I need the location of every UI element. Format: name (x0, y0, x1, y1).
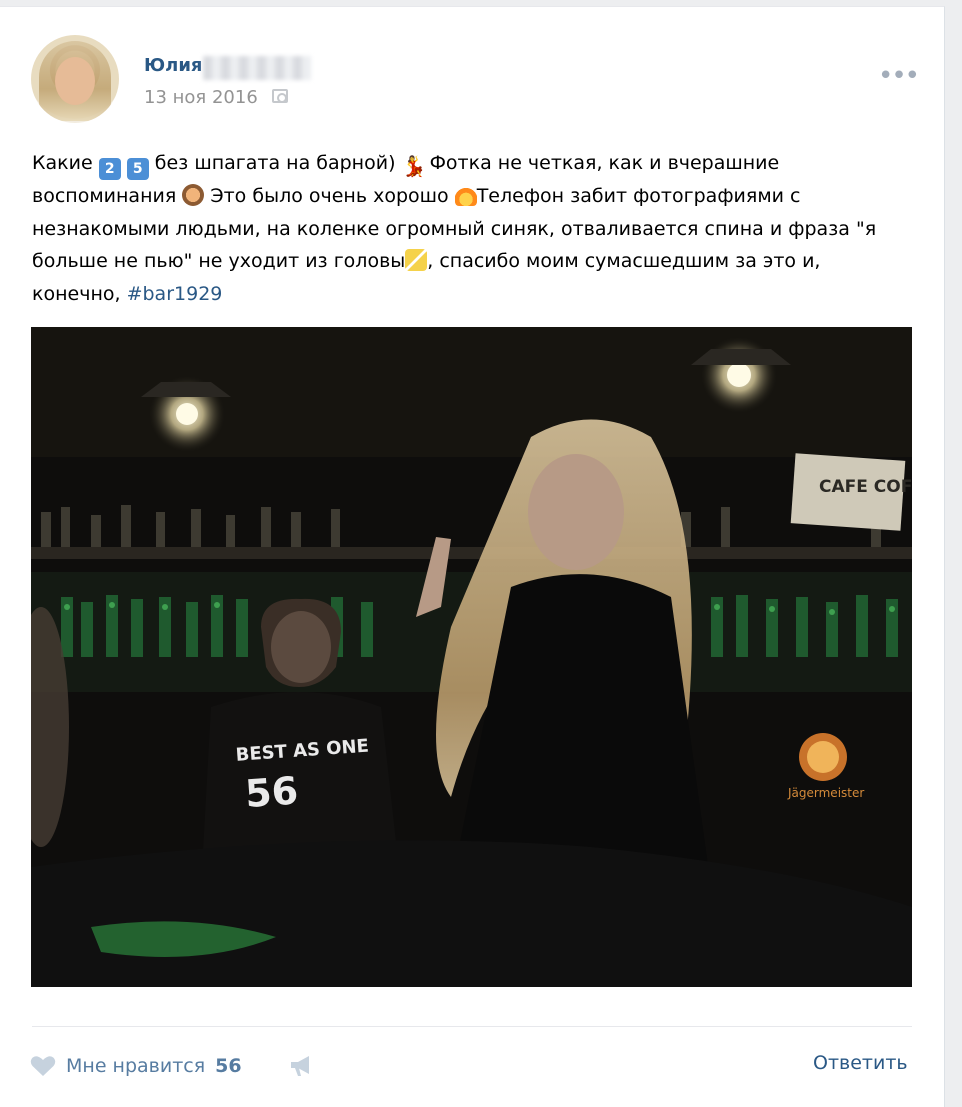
heart-icon (30, 1056, 56, 1076)
fire-icon (454, 184, 477, 206)
divider (32, 1026, 912, 1027)
post-text-segment: Какие (32, 152, 99, 174)
bar-photo-illustration: CAFE COFFEE BEST AS ONE 56 Jägermeister (31, 327, 912, 987)
avatar-face (55, 57, 95, 105)
avatar[interactable] (31, 35, 119, 123)
post-text: Какие 2 5 без шпагата на барной) 💃 Фотка… (32, 147, 912, 310)
shirt-number: 56 (244, 768, 300, 816)
post-date[interactable]: 13 ноя 2016 (144, 87, 258, 108)
reply-button[interactable]: Ответить (813, 1052, 908, 1074)
clinking-glasses-icon (405, 249, 428, 271)
cafe-coffee-sign: CAFE COFFEE (819, 477, 912, 497)
more-dots-icon[interactable]: ••• (878, 63, 920, 89)
like-label: Мне нравится (66, 1055, 206, 1077)
like-button[interactable]: Мне нравится 56 (30, 1050, 242, 1082)
blurred-surname (203, 56, 311, 80)
author-name[interactable]: Юлия (144, 55, 202, 76)
camera-icon (272, 89, 288, 103)
see-no-evil-monkey-icon (182, 184, 205, 206)
post-photo[interactable]: CAFE COFFEE BEST AS ONE 56 Jägermeister (31, 327, 912, 987)
post-text-segment: Это было очень хорошо (204, 185, 455, 207)
megaphone-icon[interactable] (289, 1054, 315, 1078)
hashtag-link[interactable]: #bar1929 (127, 283, 223, 305)
jagermeister-logo: Jägermeister (787, 786, 864, 800)
post-text-segment: без шпагата на барной) (148, 152, 402, 174)
dancer-icon: 💃 (401, 154, 427, 178)
post-card: Юлия 13 ноя 2016 ••• Какие 2 5 без шпага… (0, 6, 945, 1107)
like-count: 56 (215, 1055, 242, 1077)
keycap-five-icon: 5 (126, 158, 149, 180)
keycap-two-icon: 2 (98, 158, 121, 180)
